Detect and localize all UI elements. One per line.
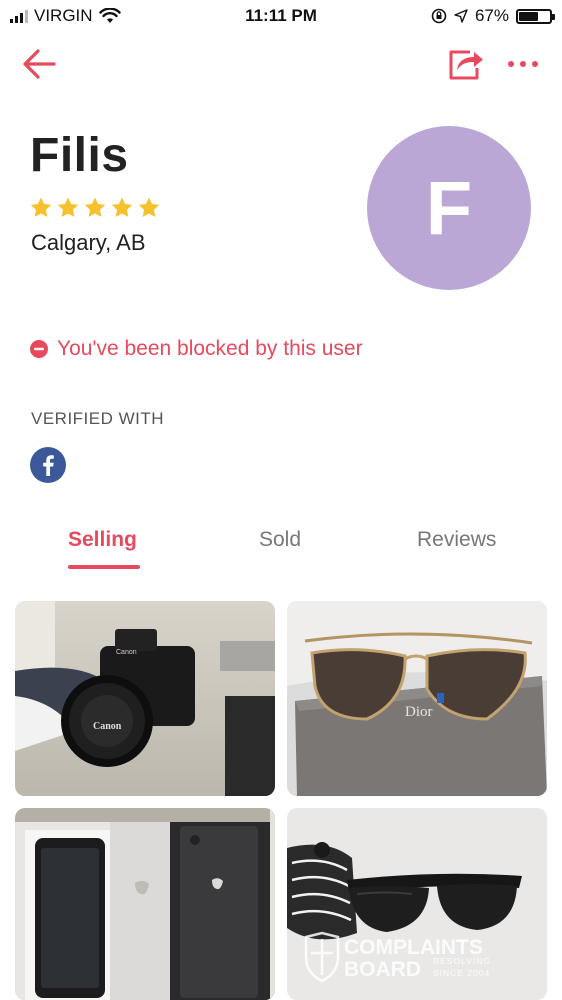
watermark-logo: COMPLAINTS BOARD RESOLVING SINCE 2004: [304, 931, 491, 983]
listing-phone[interactable]: [15, 808, 275, 1000]
battery-icon: [516, 8, 555, 24]
profile-name: Filis: [30, 129, 129, 182]
more-options-button[interactable]: [503, 46, 547, 82]
avatar: F: [367, 126, 531, 290]
dior-brand-text: Dior: [405, 704, 433, 720]
camera-photo: Canon Canon: [15, 601, 275, 796]
battery-percent: 67%: [474, 6, 509, 25]
blocked-notice: You've been blocked by this user: [30, 337, 363, 361]
star-icon: [84, 197, 106, 217]
star-icon: [30, 197, 52, 217]
sunglasses-photo: Dior: [287, 601, 547, 796]
share-icon: [449, 50, 483, 80]
star-icon: [138, 197, 160, 217]
battery-level: [519, 11, 538, 21]
blocked-text: You've been blocked by this user: [57, 337, 363, 360]
rotation-lock-icon: [431, 8, 447, 24]
back-button[interactable]: [20, 44, 60, 84]
watermark-tagline2: SINCE 2004: [433, 968, 490, 978]
lens-brand-text: Canon: [93, 721, 122, 732]
listing-sunglasses[interactable]: Dior: [287, 601, 547, 796]
complaints-board-watermark: COMPLAINTS BOARD RESOLVING SINCE 2004: [302, 931, 542, 983]
avatar-initial: F: [425, 165, 473, 251]
camera-brand-text: Canon: [116, 649, 137, 656]
status-bar: VIRGIN 11:11 PM 67%: [0, 0, 562, 34]
tab-reviews[interactable]: Reviews: [417, 528, 496, 552]
facebook-icon: [30, 447, 66, 483]
star-icon: [57, 197, 79, 217]
profile-tabs: Selling Sold Reviews: [0, 528, 562, 574]
star-icon: [111, 197, 133, 217]
listing-camera[interactable]: Canon Canon: [15, 601, 275, 796]
tab-sold[interactable]: Sold: [259, 528, 301, 552]
blocked-icon: [30, 340, 48, 358]
share-button[interactable]: [446, 46, 486, 82]
more-options-icon: [508, 61, 538, 67]
tab-selling[interactable]: Selling: [68, 528, 137, 552]
active-tab-indicator: [68, 565, 140, 569]
profile-location: Calgary, AB: [31, 230, 146, 255]
watermark-tagline1: RESOLVING: [433, 956, 491, 966]
back-arrow-icon: [23, 49, 56, 79]
watermark-line2: BOARD: [344, 958, 421, 981]
location-arrow-icon: [454, 9, 468, 23]
rating-stars: [29, 196, 161, 220]
status-right: 67%: [431, 6, 555, 26]
phone-box-photo: [15, 808, 275, 1000]
verified-label: VERIFIED WITH: [31, 409, 165, 428]
nav-bar: [0, 34, 562, 92]
